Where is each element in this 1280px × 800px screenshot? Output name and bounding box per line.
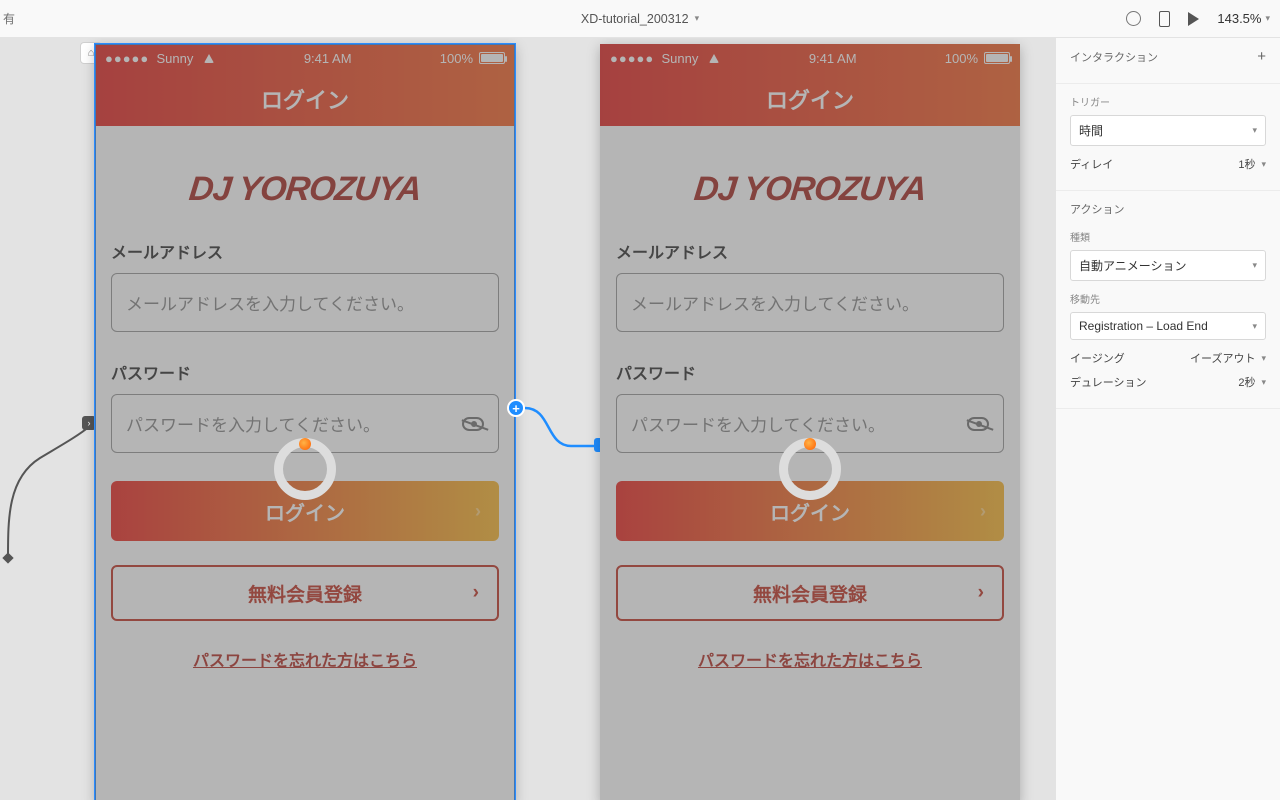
action-type-select[interactable]: 自動アニメーション ▾ — [1070, 250, 1266, 281]
action-type-value: 自動アニメーション — [1079, 257, 1187, 274]
interaction-header: インタラクション — [1070, 49, 1158, 65]
chevron-down-icon: ▾ — [695, 13, 700, 24]
chevron-down-icon: ▾ — [1261, 353, 1266, 364]
share-menu[interactable]: 有 — [3, 10, 15, 27]
trigger-label: トリガー — [1070, 94, 1266, 109]
chevron-down-icon: ▾ — [1265, 13, 1270, 24]
artboard-login-loading-end[interactable]: ●●●●● Sunny 9:41 AM 100% ログイン DJ YOROZUY… — [600, 44, 1020, 800]
artboard-login-loading-start[interactable]: ●●●●● Sunny 9:41 AM 100% ログイン DJ YOROZUY… — [95, 44, 515, 800]
chevron-down-icon: ▾ — [1261, 159, 1266, 170]
document-title: XD-tutorial_200312 — [581, 12, 689, 26]
zoom-value: 143.5% — [1217, 11, 1261, 26]
user-avatar-icon[interactable] — [1126, 11, 1141, 26]
add-interaction-button[interactable]: + — [1257, 48, 1266, 65]
document-title-dropdown[interactable]: XD-tutorial_200312 ▾ — [581, 12, 699, 26]
easing-value: イーズアウト — [1190, 350, 1255, 366]
easing-dropdown[interactable]: イーズアウト ▾ — [1190, 350, 1266, 366]
loading-spinner-icon — [274, 438, 336, 500]
top-app-bar: 有 XD-tutorial_200312 ▾ 143.5% ▾ — [0, 0, 1280, 38]
duration-value: 2秒 — [1238, 374, 1255, 390]
duration-label: デュレーション — [1070, 374, 1147, 390]
loading-scrim — [95, 44, 515, 800]
prototype-canvas[interactable]: › ⌂ ●●●●● Sunny 9:41 AM 100% ログイン DJ YOR… — [0, 38, 1055, 800]
destination-label: 移動先 — [1070, 291, 1266, 306]
flow-arrow-in-icon[interactable]: › — [82, 416, 96, 430]
trigger-value: 時間 — [1079, 122, 1103, 139]
delay-label: ディレイ — [1070, 156, 1113, 172]
chevron-down-icon: ▾ — [1252, 321, 1257, 332]
easing-label: イージング — [1070, 350, 1125, 366]
chevron-down-icon: ▾ — [1252, 260, 1257, 271]
action-type-label: 種類 — [1070, 229, 1266, 244]
loading-spinner-icon — [779, 438, 841, 500]
zoom-dropdown[interactable]: 143.5% ▾ — [1217, 11, 1270, 26]
trigger-select[interactable]: 時間 ▾ — [1070, 115, 1266, 146]
play-preview-icon[interactable] — [1188, 12, 1199, 26]
duration-dropdown[interactable]: 2秒 ▾ — [1238, 374, 1266, 390]
chevron-down-icon: ▾ — [1261, 377, 1266, 388]
loading-scrim — [600, 44, 1020, 800]
destination-value: Registration – Load End — [1079, 319, 1208, 333]
device-preview-icon[interactable] — [1159, 11, 1170, 27]
chevron-down-icon: ▾ — [1252, 125, 1257, 136]
delay-value: 1秒 — [1238, 156, 1255, 172]
destination-select[interactable]: Registration – Load End ▾ — [1070, 312, 1266, 340]
prototype-property-panel: インタラクション + トリガー 時間 ▾ ディレイ 1秒 ▾ アクション 種類 … — [1055, 38, 1280, 800]
action-header: アクション — [1070, 201, 1124, 217]
delay-dropdown[interactable]: 1秒 ▾ — [1238, 156, 1266, 172]
